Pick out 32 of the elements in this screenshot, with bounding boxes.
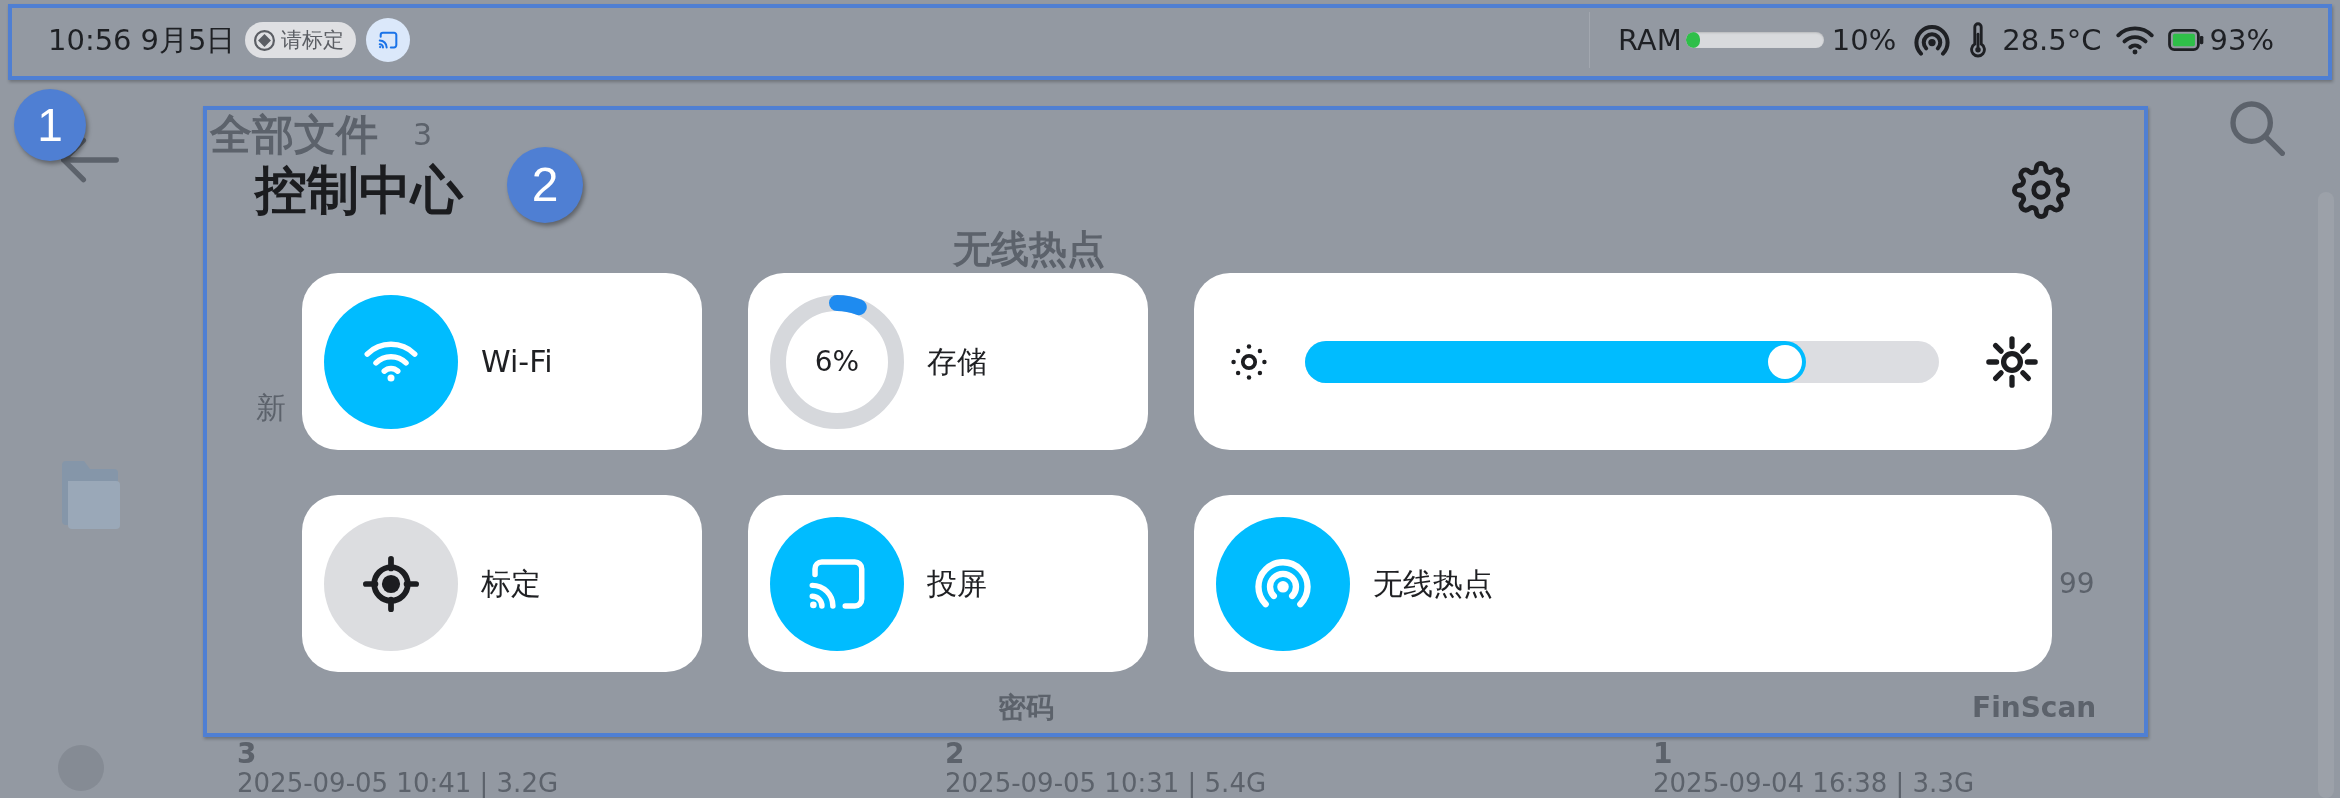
tile-label: 投屏	[927, 568, 987, 599]
battery-icon	[2167, 29, 2204, 51]
ram-label: RAM	[1617, 25, 1682, 55]
wifi-icon	[364, 341, 418, 382]
date-text: 9月5日	[140, 25, 236, 55]
wifi-icon	[2115, 25, 2154, 55]
brightness-slider[interactable]	[1305, 340, 1939, 383]
callout-number: 1	[14, 89, 86, 161]
search-icon[interactable]	[2229, 100, 2285, 156]
ram-percent: 10%	[1831, 25, 1897, 55]
cast-icon	[809, 558, 865, 609]
crosshair-icon	[363, 555, 419, 612]
target-icon	[254, 29, 276, 51]
tile-label: 标定	[481, 568, 541, 599]
control-center-title: 控制中心	[255, 164, 463, 216]
clock-time: 10:56	[48, 25, 132, 55]
tile-label: Wi-Fi	[481, 346, 553, 377]
hotspot-icon	[1914, 24, 1951, 56]
back-arrow-icon[interactable]	[60, 137, 120, 183]
settings-icon[interactable]	[2012, 161, 2070, 219]
calibration-chip[interactable]: 请标定	[245, 22, 357, 58]
brightness-low-icon	[1231, 343, 1267, 380]
storage-percent: 6%	[814, 347, 860, 376]
tile-label: 存储	[927, 346, 987, 377]
callout-number: 2	[507, 147, 583, 223]
temperature-text: 28.5°C	[2002, 25, 2102, 55]
battery-percent: 93%	[2209, 25, 2274, 55]
brightness-high-icon	[1986, 335, 2038, 388]
cast-icon	[366, 18, 411, 62]
thermometer-icon	[1970, 22, 1987, 58]
tile-label: 无线热点	[1373, 568, 1493, 599]
hotspot-icon	[1255, 559, 1311, 608]
